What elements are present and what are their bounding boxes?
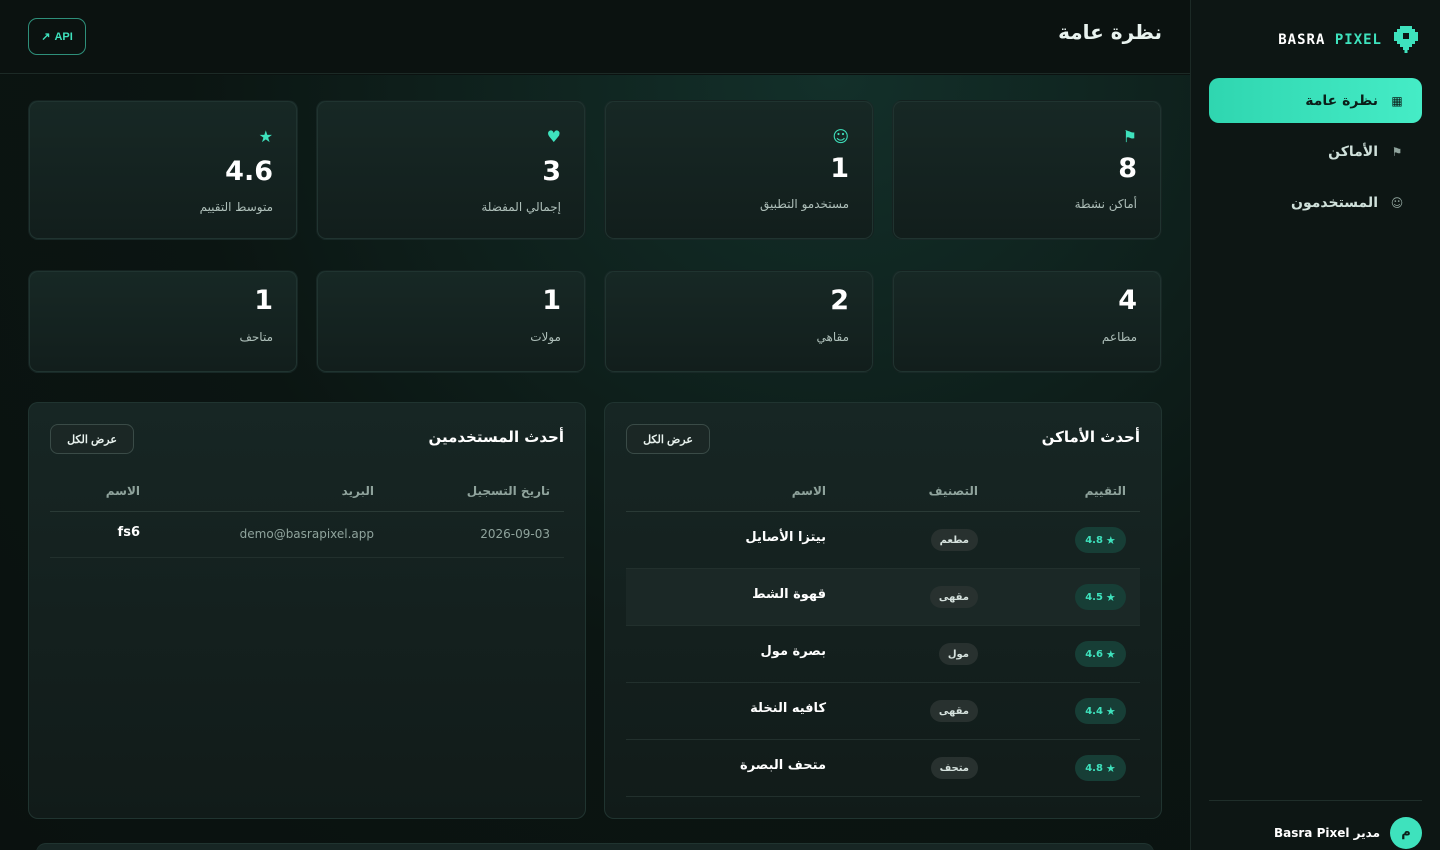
stat-label: متوسط التقييم	[199, 200, 273, 214]
place-name: بيتزا الأصايل	[745, 530, 826, 545]
panel-title: أحدث المستخدمين	[428, 428, 564, 446]
smile-icon: ☺	[832, 127, 849, 146]
registration-date: 2026-09-03	[480, 527, 550, 541]
column-header-name[interactable]: الاسم	[792, 484, 826, 498]
flag-icon: ⚑	[1391, 144, 1403, 159]
stat-card-total-favorites: ♥ 3 إجمالي المفضلة	[316, 100, 586, 240]
page-title: نظرة عامة	[1058, 20, 1162, 44]
stat-value: 3	[542, 156, 561, 187]
heart-icon: ♥	[546, 127, 561, 146]
place-name: بصرة مول	[760, 644, 826, 659]
external-link-icon: ↗	[41, 31, 51, 43]
smile-icon: ☺	[1390, 195, 1404, 210]
users-table-header: تاريخ التسجيل البريد الاسم	[50, 478, 564, 512]
sidebar-item-label: نظرة عامة	[1305, 92, 1378, 109]
brand-logo[interactable]: BASRA PIXEL	[1278, 24, 1418, 56]
table-row[interactable]: 4.6 ★ مول بصرة مول	[626, 626, 1140, 683]
category-badge: مطعم	[930, 529, 978, 551]
stat-label: إجمالي المفضلة	[481, 200, 561, 214]
view-all-users-button[interactable]: عرض الكل	[50, 424, 134, 454]
star-icon: ★	[1105, 704, 1116, 718]
category-badge: متحف	[930, 757, 978, 779]
stat-label: مطاعم	[1101, 330, 1137, 344]
stat-card-cafes: 2 مقاهي	[604, 270, 874, 373]
table-row[interactable]: 4.5 ★ مقهى قهوة الشط	[626, 569, 1140, 626]
place-name: قهوة الشط	[752, 587, 826, 602]
user-name: مدير Basra Pixel	[1274, 825, 1380, 840]
api-button-label: API	[54, 30, 73, 43]
latest-places-panel: أحدث الأماكن عرض الكل التقييم التصنيف ال…	[604, 402, 1162, 819]
stat-value: 8	[1118, 153, 1137, 184]
stat-card-average-rating: ★ 4.6 متوسط التقييم	[28, 100, 298, 240]
sidebar-item-users[interactable]: ☺ المستخدمون	[1209, 180, 1422, 225]
rating-badge: 4.6 ★	[1075, 641, 1126, 667]
star-icon: ★	[1105, 647, 1116, 661]
stat-label: متاحف	[239, 330, 273, 344]
star-icon: ★	[258, 127, 273, 146]
stat-value: 2	[830, 285, 849, 316]
panel-title: أحدث الأماكن	[1041, 428, 1140, 446]
column-header-date[interactable]: تاريخ التسجيل	[467, 484, 550, 498]
rating-badge: 4.4 ★	[1075, 698, 1126, 724]
stat-card-active-places: ⚑ 8 أماكن نشطة	[892, 100, 1162, 240]
user-name: fs6	[117, 525, 140, 540]
stat-value: 1	[254, 285, 273, 316]
top-header: نظرة عامة ↗ API	[0, 0, 1190, 74]
table-row[interactable]: 4.8 ★ متحف متحف البصرة	[626, 740, 1140, 797]
places-table-header: التقييم التصنيف الاسم	[626, 478, 1140, 512]
brand-name: BASRA PIXEL	[1278, 32, 1382, 48]
api-button[interactable]: ↗ API	[28, 18, 86, 55]
sidebar: BASRA PIXEL ▦ نظرة عامة ⚑ الأماكن ☺ المس…	[1190, 0, 1440, 850]
stat-value: 1	[830, 153, 849, 184]
flag-icon: ⚑	[1122, 127, 1137, 146]
table-row[interactable]: 4.8 ★ مطعم بيتزا الأصايل	[626, 512, 1140, 569]
star-icon: ★	[1105, 761, 1116, 775]
column-header-rating[interactable]: التقييم	[1085, 484, 1126, 498]
pixel-pin-icon	[1394, 26, 1418, 53]
rating-badge: 4.8 ★	[1075, 755, 1126, 781]
table-row[interactable]: 2026-09-03 demo@basrapixel.app fs6	[50, 512, 564, 558]
star-icon: ★	[1105, 533, 1116, 547]
column-header-name[interactable]: الاسم	[106, 484, 140, 498]
next-panel-edge	[36, 843, 1154, 850]
column-header-category[interactable]: التصنيف	[929, 484, 978, 498]
stat-value: 4	[1118, 285, 1137, 316]
avatar: م	[1390, 816, 1422, 849]
current-user[interactable]: م مدير Basra Pixel	[1209, 800, 1422, 850]
rating-badge: 4.5 ★	[1075, 584, 1126, 610]
view-all-places-button[interactable]: عرض الكل	[626, 424, 710, 454]
stat-card-museums: 1 متاحف	[28, 270, 298, 373]
category-badge: مقهى	[929, 586, 978, 608]
table-row[interactable]: 4.4 ★ مقهى كافيه النخلة	[626, 683, 1140, 740]
sidebar-item-label: المستخدمون	[1291, 194, 1378, 211]
star-icon: ★	[1105, 590, 1116, 604]
stat-value: 4.6	[225, 156, 273, 187]
stat-label: مستخدمو التطبيق	[760, 197, 849, 211]
category-badge: مول	[938, 643, 978, 665]
sidebar-item-places[interactable]: ⚑ الأماكن	[1209, 129, 1422, 174]
stat-value: 1	[542, 285, 561, 316]
sidebar-item-overview[interactable]: ▦ نظرة عامة	[1209, 78, 1422, 123]
stat-label: أماكن نشطة	[1074, 197, 1137, 211]
sidebar-item-label: الأماكن	[1328, 143, 1378, 160]
stat-card-app-users: ☺ 1 مستخدمو التطبيق	[604, 100, 874, 240]
category-badge: مقهى	[929, 700, 978, 722]
main-content: ⚑ 8 أماكن نشطة ☺ 1 مستخدمو التطبيق ♥ 3 إ…	[0, 75, 1190, 850]
user-email: demo@basrapixel.app	[239, 527, 374, 541]
sidebar-nav: ▦ نظرة عامة ⚑ الأماكن ☺ المستخدمون	[1209, 78, 1422, 231]
column-header-email[interactable]: البريد	[342, 484, 374, 498]
stat-card-malls: 1 مولات	[316, 270, 586, 373]
grid-icon: ▦	[1391, 93, 1403, 108]
rating-badge: 4.8 ★	[1075, 527, 1126, 553]
latest-users-panel: أحدث المستخدمين عرض الكل تاريخ التسجيل ا…	[28, 402, 586, 819]
place-name: متحف البصرة	[740, 758, 826, 773]
stat-label: مولات	[530, 330, 561, 344]
stat-label: مقاهي	[816, 330, 849, 344]
place-name: كافيه النخلة	[750, 701, 826, 716]
stat-card-restaurants: 4 مطاعم	[892, 270, 1162, 373]
